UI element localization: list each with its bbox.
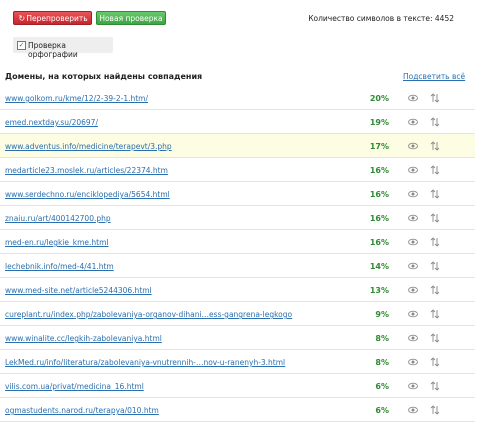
result-url-link[interactable]: ogmastudents.narod.ru/terapya/010.htm xyxy=(5,406,159,415)
eye-icon[interactable] xyxy=(408,93,418,103)
eye-icon[interactable] xyxy=(408,213,418,223)
recheck-button[interactable]: ↻Перепроверить xyxy=(13,11,92,25)
result-url-link[interactable]: www.winalite.cc/legkih-zabolevaniya.html xyxy=(5,334,162,343)
toolbar: ↻Перепроверить Новая проверка Количество… xyxy=(0,0,500,30)
compare-icon[interactable] xyxy=(430,141,440,151)
result-url-link[interactable]: www.med-site.net/article5244306.html xyxy=(5,286,152,295)
result-url-link[interactable]: med-en.ru/legkie_kme.html xyxy=(5,238,108,247)
compare-icon[interactable] xyxy=(430,189,440,199)
match-percent: 16% xyxy=(369,166,389,175)
result-row: znaiu.ru/art/400142700.php 16% xyxy=(0,206,475,230)
compare-icon[interactable] xyxy=(430,381,440,391)
result-url-link[interactable]: emed.nextday.su/20697/ xyxy=(5,118,98,127)
match-percent: 8% xyxy=(375,334,389,343)
result-url-link[interactable]: vilis.com.ua/privat/medicina_16.html xyxy=(5,382,144,391)
result-url-link[interactable]: www.adventus.info/medicine/terapevt/3.ph… xyxy=(5,142,172,151)
eye-icon[interactable] xyxy=(408,405,418,415)
compare-icon[interactable] xyxy=(430,309,440,319)
eye-icon[interactable] xyxy=(408,117,418,127)
match-percent: 14% xyxy=(369,262,389,271)
new-check-button[interactable]: Новая проверка xyxy=(96,11,166,25)
match-percent: 13% xyxy=(369,286,389,295)
eye-icon[interactable] xyxy=(408,261,418,271)
compare-icon[interactable] xyxy=(430,93,440,103)
match-percent: 20% xyxy=(369,94,389,103)
result-row: LekMed.ru/info/literatura/zabolevaniya-v… xyxy=(0,350,475,374)
eye-icon[interactable] xyxy=(408,141,418,151)
result-row: vilis.com.ua/privat/medicina_16.html 6% xyxy=(0,374,475,398)
match-percent: 16% xyxy=(369,238,389,247)
compare-icon[interactable] xyxy=(430,237,440,247)
highlight-all-link[interactable]: Подсветить всё xyxy=(403,72,465,81)
result-url-link[interactable]: www.serdechno.ru/enciklopediya/5654.html xyxy=(5,190,170,199)
compare-icon[interactable] xyxy=(430,285,440,295)
eye-icon[interactable] xyxy=(408,357,418,367)
compare-icon[interactable] xyxy=(430,357,440,367)
results-title: Домены, на которых найдены совпадения xyxy=(5,72,203,81)
eye-icon[interactable] xyxy=(408,165,418,175)
char-count: Количество символов в тексте: 4452 xyxy=(308,14,454,23)
spellcheck-toggle[interactable]: ✓ Проверка орфографии xyxy=(13,37,113,59)
result-row: med-en.ru/legkie_kme.html 16% xyxy=(0,230,475,254)
match-percent: 16% xyxy=(369,190,389,199)
recheck-label: Перепроверить xyxy=(26,14,88,23)
compare-icon[interactable] xyxy=(430,213,440,223)
result-row: www.med-site.net/article5244306.html 13% xyxy=(0,278,475,302)
result-row: cureplant.ru/index.php/zabolevaniya-orga… xyxy=(0,302,475,326)
result-url-link[interactable]: lechebnik.info/med-4/41.htm xyxy=(5,262,114,271)
compare-icon[interactable] xyxy=(430,117,440,127)
result-url-link[interactable]: znaiu.ru/art/400142700.php xyxy=(5,214,111,223)
match-percent: 19% xyxy=(369,118,389,127)
eye-icon[interactable] xyxy=(408,309,418,319)
match-percent: 6% xyxy=(375,382,389,391)
eye-icon[interactable] xyxy=(408,237,418,247)
eye-icon[interactable] xyxy=(408,285,418,295)
refresh-icon: ↻ xyxy=(18,14,26,23)
result-row: www.serdechno.ru/enciklopediya/5654.html… xyxy=(0,182,475,206)
result-row: www.adventus.info/medicine/terapevt/3.ph… xyxy=(0,134,475,158)
eye-icon[interactable] xyxy=(408,381,418,391)
result-row: lechebnik.info/med-4/41.htm 14% xyxy=(0,254,475,278)
result-url-link[interactable]: www.golkom.ru/kme/12/2-39-2-1.htm/ xyxy=(5,94,148,103)
compare-icon[interactable] xyxy=(430,165,440,175)
match-percent: 17% xyxy=(369,142,389,151)
compare-icon[interactable] xyxy=(430,405,440,415)
result-row: emed.nextday.su/20697/19% xyxy=(0,110,475,134)
result-row: medarticle23.moslek.ru/articles/22374.ht… xyxy=(0,158,475,182)
result-url-link[interactable]: LekMed.ru/info/literatura/zabolevaniya-v… xyxy=(5,358,285,367)
spellcheck-label: Проверка орфографии xyxy=(28,41,78,59)
compare-icon[interactable] xyxy=(430,261,440,271)
result-row: ogmastudents.narod.ru/terapya/010.htm 6% xyxy=(0,398,475,422)
match-percent: 9% xyxy=(375,310,389,319)
eye-icon[interactable] xyxy=(408,189,418,199)
match-percent: 16% xyxy=(369,214,389,223)
compare-icon[interactable] xyxy=(430,333,440,343)
spellcheck-checkbox[interactable]: ✓ xyxy=(17,41,26,50)
result-url-link[interactable]: cureplant.ru/index.php/zabolevaniya-orga… xyxy=(5,310,292,319)
match-percent: 8% xyxy=(375,358,389,367)
match-percent: 6% xyxy=(375,406,389,415)
result-row: www.golkom.ru/kme/12/2-39-2-1.htm/20% xyxy=(0,86,475,110)
result-url-link[interactable]: medarticle23.moslek.ru/articles/22374.ht… xyxy=(5,166,168,175)
result-row: www.winalite.cc/legkih-zabolevaniya.html… xyxy=(0,326,475,350)
eye-icon[interactable] xyxy=(408,333,418,343)
